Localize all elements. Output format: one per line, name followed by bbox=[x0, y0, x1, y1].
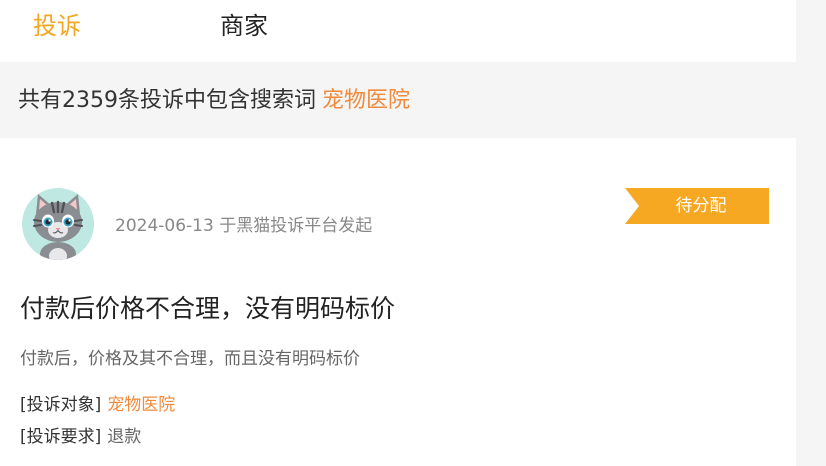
complaint-meta: 2024-06-13 于黑猫投诉平台发起 bbox=[115, 216, 373, 236]
complaint-card[interactable]: 2024-06-13 于黑猫投诉平台发起 待分配 付款后价格不合理，没有明码标价… bbox=[0, 138, 796, 466]
complaint-request-row: [投诉要求] 退款 bbox=[20, 425, 141, 449]
complaint-target-row: [投诉对象] 宠物医院 bbox=[20, 393, 175, 417]
search-summary-text: 共有2359条投诉中包含搜索词 宠物医院 bbox=[18, 86, 410, 116]
main-column: 投诉 商家 共有2359条投诉中包含搜索词 宠物医院 2024-06-13 于黑… bbox=[0, 0, 796, 466]
complaint-description: 付款后，价格及其不合理，而且没有明码标价 bbox=[20, 349, 360, 369]
tab-bar: 投诉 商家 bbox=[0, 0, 796, 62]
result-count-text: 共有2359条投诉中包含搜索词 bbox=[18, 88, 316, 113]
target-link[interactable]: 宠物医院 bbox=[107, 395, 175, 415]
cat-avatar-icon bbox=[22, 188, 94, 260]
search-summary: 共有2359条投诉中包含搜索词 宠物医院 bbox=[0, 62, 796, 138]
request-value: 退款 bbox=[107, 427, 142, 447]
page: 投诉 商家 共有2359条投诉中包含搜索词 宠物医院 2024-06-13 于黑… bbox=[0, 0, 826, 466]
request-label: [投诉要求] bbox=[20, 427, 102, 447]
target-label: [投诉对象] bbox=[20, 395, 102, 415]
tab-merchants[interactable]: 商家 bbox=[220, 10, 268, 42]
status-badge: 待分配 bbox=[625, 188, 769, 224]
tab-complaints[interactable]: 投诉 bbox=[33, 10, 81, 42]
search-keyword: 宠物医院 bbox=[322, 88, 411, 113]
complaint-title[interactable]: 付款后价格不合理，没有明码标价 bbox=[20, 292, 395, 326]
